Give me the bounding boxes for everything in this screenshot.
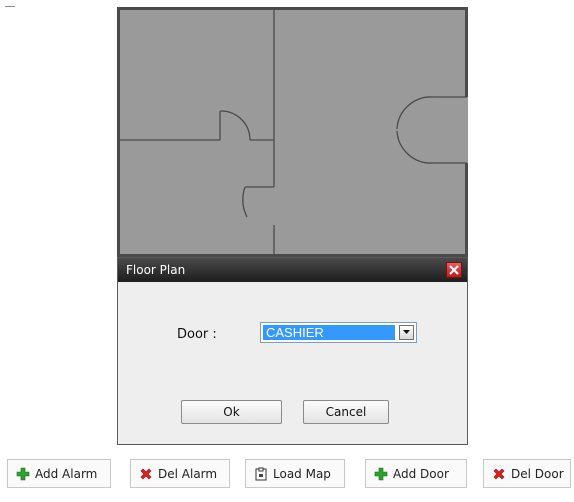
door-select-value: CASHIER [263,325,395,340]
ok-button[interactable]: Ok [181,400,282,424]
door-label: Door : [177,327,217,342]
clipboard-icon [254,467,268,481]
floor-plan-dialog: Floor Plan Door : CASHIER Ok Cancel [117,257,468,445]
x-icon [492,467,506,481]
door-select[interactable]: CASHIER [260,322,417,343]
del-door-button[interactable]: Del Door [483,459,571,488]
add-door-label: Add Door [393,466,449,481]
corner-mark [5,6,15,7]
dialog-title: Floor Plan [126,263,186,277]
add-alarm-label: Add Alarm [35,466,98,481]
floor-plan-map[interactable] [117,7,468,257]
add-door-button[interactable]: Add Door [365,459,467,488]
del-door-label: Del Door [511,466,564,481]
close-icon[interactable] [446,262,462,278]
add-alarm-button[interactable]: Add Alarm [7,459,111,488]
del-alarm-button[interactable]: Del Alarm [130,459,230,488]
del-alarm-label: Del Alarm [158,466,218,481]
dialog-titlebar: Floor Plan [118,258,467,282]
x-icon [139,467,153,481]
load-map-button[interactable]: Load Map [245,459,345,488]
chevron-down-icon[interactable] [399,325,414,340]
cancel-button[interactable]: Cancel [303,400,389,424]
plus-icon [16,467,30,481]
plus-icon [374,467,388,481]
load-map-label: Load Map [273,466,331,481]
